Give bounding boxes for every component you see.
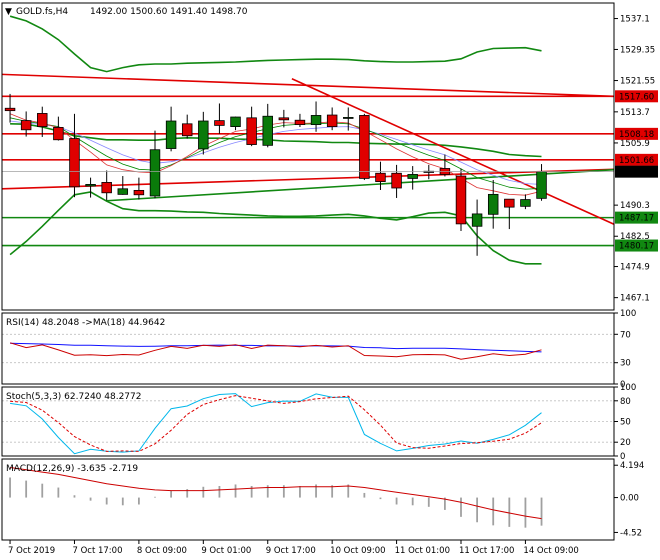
- level-price-label: 1501.66: [619, 156, 654, 166]
- rsi-axis-tick-label: 70: [620, 330, 631, 340]
- time-tick-label: 8 Oct 09:00: [137, 546, 187, 556]
- stoch-axis-tick-label: 80: [620, 397, 631, 407]
- price-axis-tick-label: 1537.1: [620, 15, 650, 25]
- price-axis-tick-label: 1529.35: [620, 45, 655, 55]
- chart-root: 1537.1 1529.35 1521.55 1513.7 1505.9 1490.3 14…: [0, 0, 660, 560]
- candle-body[interactable]: [294, 119, 306, 126]
- collapse-arrow-icon[interactable]: ▼: [5, 7, 12, 17]
- candle-body[interactable]: [310, 115, 322, 126]
- candle-body[interactable]: [455, 175, 467, 225]
- candle-body[interactable]: [343, 117, 354, 119]
- candle-body[interactable]: [20, 120, 32, 131]
- time-tick-label: 7 Oct 17:00: [72, 546, 122, 556]
- price-axis-tick-label: 1505.9: [620, 139, 650, 149]
- candle-body[interactable]: [85, 184, 96, 187]
- candle-body[interactable]: [165, 120, 177, 149]
- stoch-axis-tick-label: 50: [620, 418, 631, 428]
- candle-body[interactable]: [471, 213, 483, 227]
- candle-body[interactable]: [359, 115, 370, 179]
- candle-body[interactable]: [391, 172, 402, 189]
- macd-axis-tick-label: -4.52: [620, 528, 642, 538]
- macd-axis-tick-label: 0.00: [620, 494, 639, 504]
- candle-body[interactable]: [133, 189, 145, 196]
- candle-body[interactable]: [246, 117, 257, 145]
- time-tick-label: 11 Oct 17:00: [459, 546, 514, 556]
- candle-body[interactable]: [504, 198, 515, 208]
- candle-body[interactable]: [520, 199, 531, 207]
- candle-body[interactable]: [407, 174, 418, 179]
- time-tick-label: 11 Oct 01:00: [395, 546, 450, 556]
- candle-body[interactable]: [149, 149, 161, 197]
- candle-body[interactable]: [326, 114, 338, 127]
- price-axis-tick-label: 1467.1: [620, 294, 650, 304]
- rsi-axis-tick-label: 100: [620, 309, 636, 319]
- candle-body[interactable]: [278, 117, 290, 121]
- current-price-label: 1498.70: [619, 168, 654, 178]
- stoch-axis-tick-label: 20: [620, 438, 631, 448]
- rsi-title: RSI(14) 48.2048 ->MA(18) 44.9642: [6, 318, 165, 328]
- candle-body[interactable]: [198, 120, 209, 150]
- time-tick-label: 9 Oct 17:00: [266, 546, 316, 556]
- candle-body[interactable]: [487, 193, 499, 215]
- candle-body[interactable]: [230, 116, 241, 127]
- candle-body[interactable]: [375, 172, 386, 183]
- trading-chart: 1537.1 1529.35 1521.55 1513.7 1505.9 1490.3 14…: [0, 0, 660, 560]
- chart-header: ▼ GOLD.fs,H4 1492.00 1500.60 1491.40 149…: [5, 7, 248, 17]
- stoch-title: Stoch(5,3,3) 62.7240 48.2772: [6, 392, 141, 402]
- time-tick-label: 10 Oct 09:00: [330, 546, 385, 556]
- time-tick-label: 7 Oct 2019: [8, 546, 55, 556]
- macd-title: MACD(12,26,9) -3.635 -2.719: [6, 464, 138, 474]
- time-tick-label: 9 Oct 01:00: [201, 546, 251, 556]
- candle-body[interactable]: [214, 120, 225, 126]
- candle-body[interactable]: [262, 115, 273, 146]
- candle-body[interactable]: [37, 113, 48, 127]
- rsi-axis-tick-label: 30: [620, 359, 631, 369]
- candle-body[interactable]: [101, 182, 112, 194]
- level-price-label: 1480.17: [619, 242, 654, 252]
- stoch-axis-tick-label: 100: [620, 383, 636, 393]
- candle-body[interactable]: [117, 188, 129, 195]
- candle-body[interactable]: [181, 123, 193, 137]
- price-axis-tick-label: 1513.7: [620, 108, 650, 118]
- candle-body[interactable]: [4, 107, 16, 112]
- ohlc-readout: 1492.00 1500.60 1491.40 1498.70: [90, 7, 248, 17]
- time-tick-label: 14 Oct 09:00: [523, 546, 578, 556]
- price-axis-tick-label: 1474.9: [620, 263, 650, 273]
- candle-body[interactable]: [536, 171, 547, 199]
- price-axis-tick-label: 1490.3: [620, 201, 650, 211]
- level-price-label: 1487.17: [619, 214, 654, 224]
- macd-axis-tick-label: 4.194: [620, 461, 644, 471]
- symbol-title: GOLD.fs,H4: [16, 7, 68, 17]
- level-price-label: 1517.60: [619, 92, 654, 102]
- level-price-label: 1508.18: [619, 130, 654, 140]
- candle-body[interactable]: [69, 138, 80, 188]
- candle-body[interactable]: [53, 126, 64, 141]
- price-axis-tick-label: 1521.55: [620, 77, 655, 87]
